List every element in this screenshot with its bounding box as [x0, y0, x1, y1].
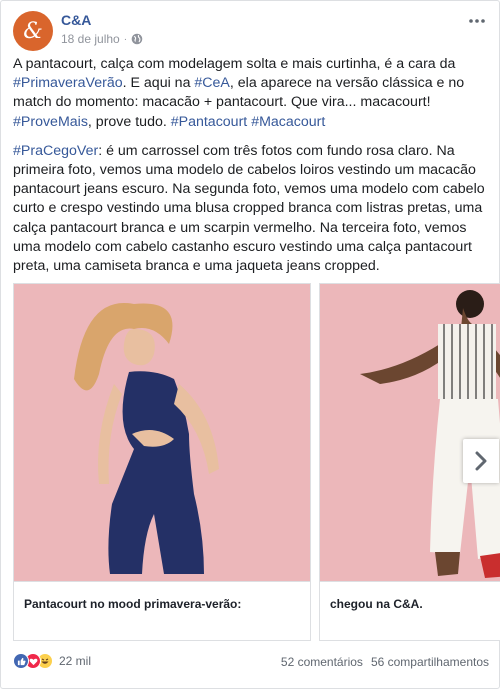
post-paragraph-alt-text: #PraCegoVer: é um carrossel com três fot… — [13, 142, 489, 276]
carousel-next-button[interactable] — [463, 439, 499, 483]
post-text: A pantacourt, calça com modelagem solta … — [13, 55, 489, 286]
chevron-right-icon — [475, 451, 487, 471]
photo-carousel: Pantacourt no mood primavera-verão: cheg… — [13, 283, 500, 643]
post-text-segment: A pantacourt, calça com modelagem solta … — [13, 56, 456, 72]
carousel-caption[interactable]: Pantacourt no mood primavera-verão: — [14, 581, 310, 641]
hashtag-link[interactable]: #ProveMais — [13, 114, 88, 130]
carousel-photo-striped-crop[interactable] — [320, 284, 500, 581]
hashtag-link[interactable]: #CeA — [194, 75, 230, 91]
carousel-card[interactable]: Pantacourt no mood primavera-verão: — [13, 283, 311, 641]
post-footer: 22 mil 52 comentários 56 compartilhament… — [13, 651, 489, 673]
shares-count-link[interactable]: 56 compartilhamentos — [371, 655, 489, 669]
reaction-count: 22 mil — [59, 654, 92, 668]
carousel-photo-blonde-jumpsuit[interactable] — [14, 284, 310, 581]
reactions-summary[interactable]: 22 mil — [13, 653, 91, 669]
post-text-segment: . E aqui na — [122, 75, 195, 92]
hashtag-link[interactable]: #Macacourt — [251, 114, 325, 130]
post-paragraph-caption: A pantacourt, calça com modelagem solta … — [13, 55, 489, 132]
separator-dot: · — [123, 33, 128, 45]
hashtag-link[interactable]: #PrimaveraVerão — [13, 75, 123, 91]
post-text-segment: : é um carrossel com três fotos com fund… — [13, 142, 485, 275]
post-meta: 18 de julho · — [61, 32, 143, 46]
more-options-icon[interactable] — [465, 11, 489, 31]
svg-text:&: & — [23, 19, 43, 44]
carousel-caption[interactable]: chegou na C&A. — [320, 581, 500, 641]
post-header: & C&A 18 de julho · — [13, 11, 489, 51]
page-avatar[interactable]: & — [13, 11, 53, 51]
post-text-segment: , prove tudo. — [87, 113, 171, 130]
like-reaction-icon — [13, 653, 29, 669]
globe-icon[interactable] — [131, 33, 143, 45]
hashtag-link[interactable]: #PraCegoVer — [13, 143, 98, 159]
hashtag-link[interactable]: #Pantacourt — [171, 114, 248, 130]
ca-logo-icon: & — [23, 19, 43, 44]
facebook-post: & C&A 18 de julho · A pantacourt, calça … — [0, 0, 500, 689]
post-stats: 52 comentários 56 compartilhamentos — [281, 655, 489, 669]
post-date[interactable]: 18 de julho — [61, 32, 120, 46]
comments-count-link[interactable]: 52 comentários — [281, 655, 363, 669]
page-name-link[interactable]: C&A — [61, 12, 91, 28]
